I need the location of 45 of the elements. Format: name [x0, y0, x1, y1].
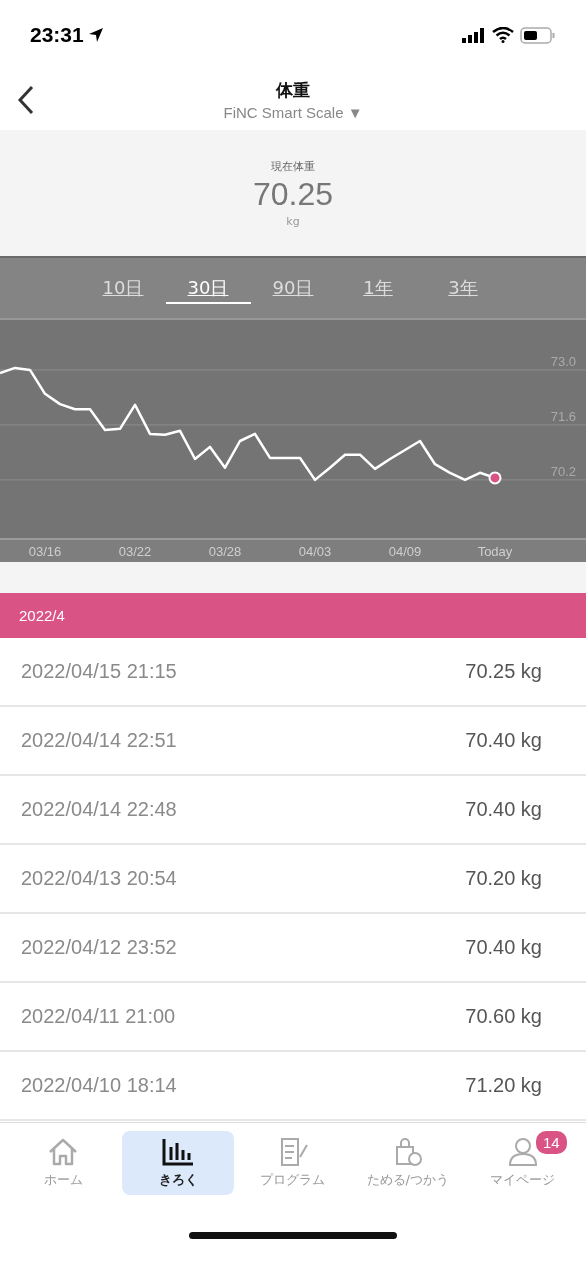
signal-icon: [462, 27, 486, 43]
battery-icon: [520, 26, 556, 44]
record-weight: 70.25 kg: [465, 660, 542, 683]
record-weight: 70.40 kg: [465, 729, 542, 752]
bar-chart-icon: [161, 1137, 196, 1167]
record-weight: 70.60 kg: [465, 1005, 542, 1028]
record-datetime: 2022/04/11 21:00: [21, 1005, 176, 1028]
current-weight-value: 70.25: [252, 175, 334, 213]
x-tick-label: 04/03: [298, 544, 332, 559]
weight-unit: kg: [286, 214, 300, 228]
x-tick-label: 03/28: [208, 544, 242, 559]
status-time: 23:31: [30, 23, 84, 47]
record-datetime: 2022/04/10 18:14: [21, 1074, 177, 1097]
record-datetime: 2022/04/13 20:54: [21, 867, 177, 890]
current-point: [488, 471, 502, 485]
tab-bar-item[interactable]: ためる/つかう: [351, 1131, 464, 1195]
record-weight: 71.20 kg: [465, 1074, 542, 1097]
record-datetime: 2022/04/12 23:52: [21, 936, 177, 959]
x-tick-label: 04/09: [388, 544, 422, 559]
tab-bar-item[interactable]: プログラム: [237, 1131, 349, 1195]
x-tick-label: 03/16: [28, 544, 62, 559]
current-weight-label: 現在体重: [271, 158, 315, 174]
person-icon: [506, 1137, 539, 1167]
range-tab[interactable]: 10日: [80, 258, 166, 318]
range-tab[interactable]: 1年: [335, 258, 421, 318]
record-datetime: 2022/04/14 22:48: [21, 798, 177, 821]
device-selector[interactable]: FiNC Smart Scale ▼: [223, 104, 363, 121]
record-datetime: 2022/04/15 21:15: [21, 660, 177, 683]
record-weight: 70.40 kg: [465, 798, 542, 821]
record-datetime: 2022/04/14 22:51: [21, 729, 177, 752]
notification-badge: 14: [533, 1129, 569, 1156]
range-tab[interactable]: 3年: [420, 258, 506, 318]
location-icon: [87, 27, 104, 43]
record-weight: 70.40 kg: [465, 936, 542, 959]
page-title: 体重: [276, 79, 310, 102]
x-tick-label: Today: [477, 544, 513, 559]
tab-bar-item[interactable]: マイページ 14: [466, 1131, 579, 1195]
wifi-icon: [492, 27, 514, 43]
record-weight: 70.20 kg: [465, 867, 542, 890]
x-tick-label: 03/22: [118, 544, 152, 559]
range-tab[interactable]: 30日: [165, 258, 251, 318]
range-tab[interactable]: 90日: [250, 258, 336, 318]
tab-bar-item[interactable]: きろく: [122, 1131, 235, 1195]
month-header: 2022/4: [0, 593, 586, 638]
tab-bar-item[interactable]: ホーム: [7, 1131, 120, 1195]
